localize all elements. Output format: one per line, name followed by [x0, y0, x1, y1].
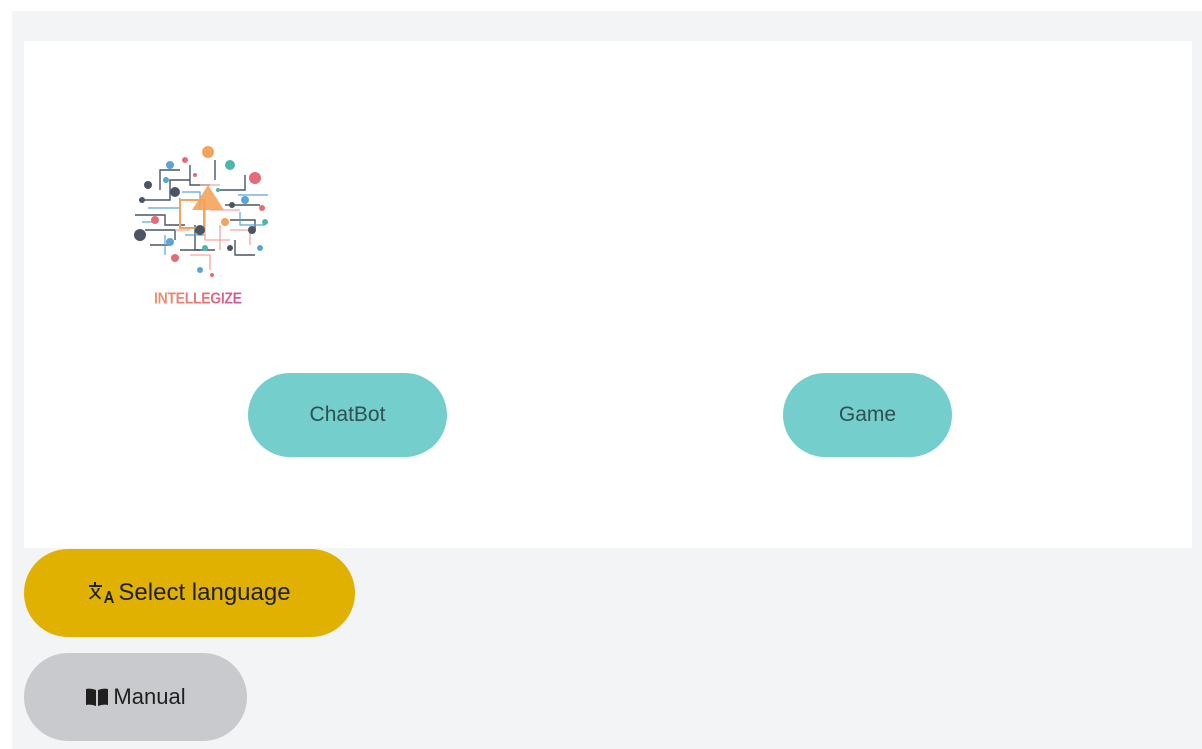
- chatbot-button[interactable]: ChatBot: [248, 373, 447, 457]
- game-button[interactable]: Game: [783, 373, 952, 457]
- book-open-icon: [85, 687, 109, 707]
- translate-icon: [88, 581, 115, 605]
- logo-text: INTELLEGIZE: [154, 288, 242, 308]
- manual-button[interactable]: Manual: [24, 653, 247, 741]
- game-button-label: Game: [838, 403, 897, 426]
- chatbot-button-label: ChatBot: [309, 403, 386, 426]
- select-language-label: Select language: [118, 579, 291, 606]
- brain-circuit-logo-graphic: [134, 146, 268, 277]
- manual-label: Manual: [113, 684, 186, 709]
- select-language-button[interactable]: Select language: [24, 549, 355, 637]
